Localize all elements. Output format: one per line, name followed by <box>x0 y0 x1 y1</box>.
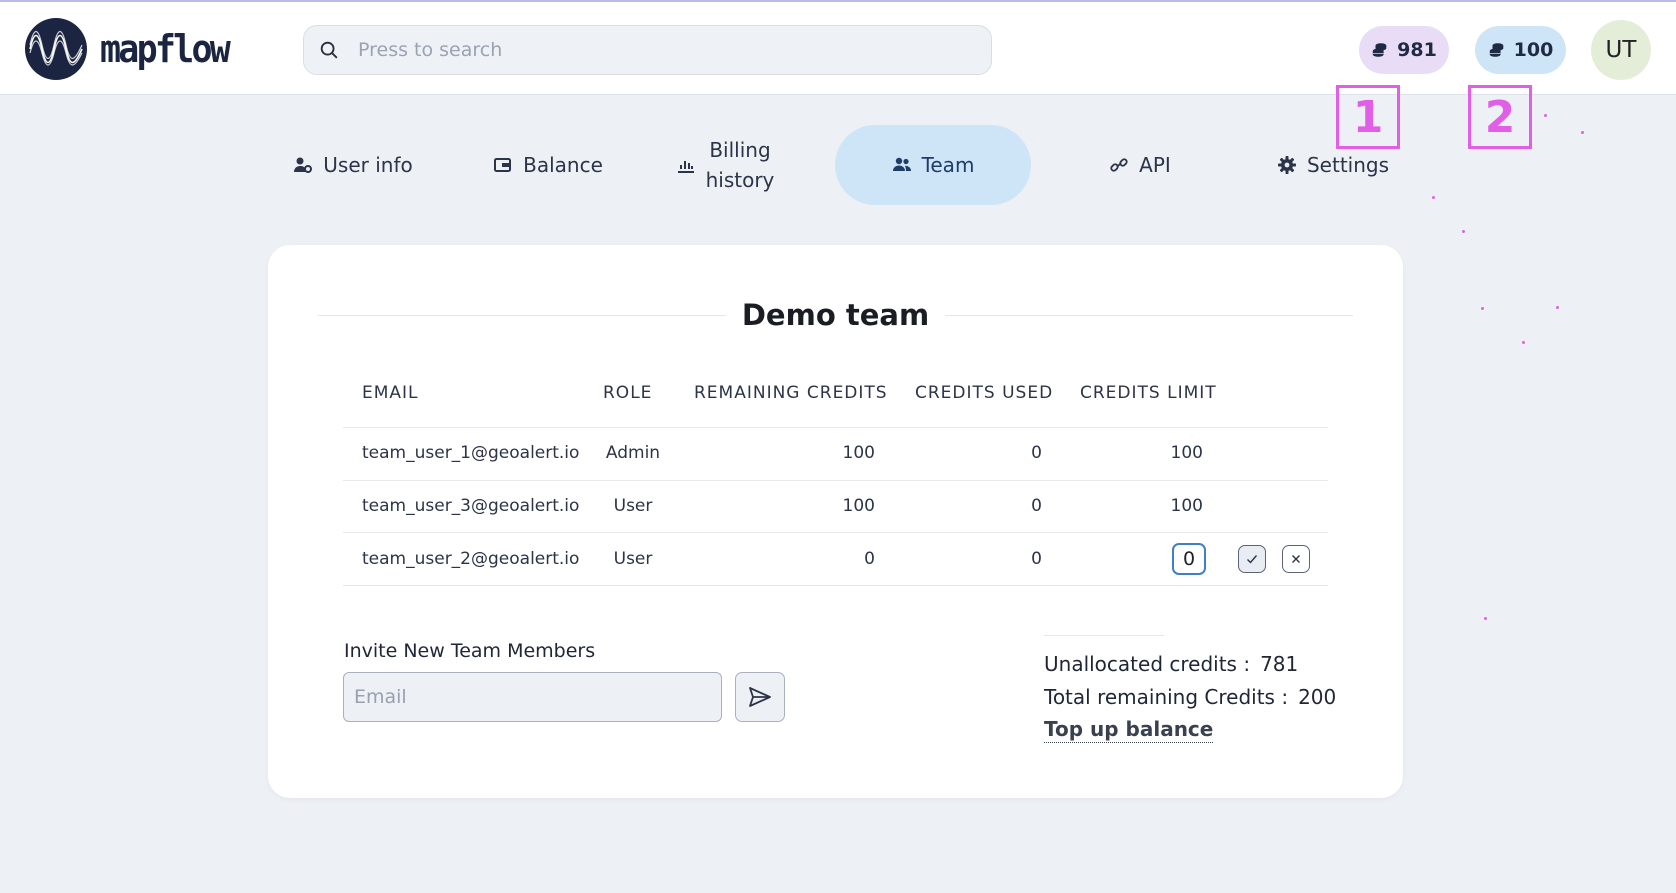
search-icon <box>320 41 338 59</box>
check-icon <box>1247 555 1258 564</box>
logo-text: mapflow <box>100 27 231 71</box>
tab-label: Billing history <box>706 135 775 195</box>
user-avatar[interactable]: UT <box>1591 20 1651 80</box>
column-header-credits-limit: CREDITS LIMIT <box>1080 383 1217 403</box>
column-header-email: EMAIL <box>362 383 419 403</box>
tab-label: User info <box>323 153 413 177</box>
annotation-dot <box>1544 114 1547 117</box>
users-icon <box>892 157 911 171</box>
cancel-limit-button[interactable] <box>1282 545 1310 573</box>
column-header-remaining-credits: REMAINING CREDITS <box>694 383 888 403</box>
divider <box>945 314 1354 316</box>
row-used: 0 <box>1031 496 1042 516</box>
send-icon <box>749 687 771 707</box>
coins-icon <box>1489 43 1503 57</box>
personal-credits-badge[interactable]: 981 <box>1359 26 1449 74</box>
tab-user-info[interactable]: User info <box>283 145 423 185</box>
team-credits-value: 100 <box>1513 39 1554 61</box>
row-remaining: 100 <box>842 496 875 516</box>
row-used: 0 <box>1031 549 1042 569</box>
personal-credits-value: 981 <box>1397 39 1437 61</box>
row-divider <box>343 427 1328 428</box>
row-role: User <box>613 549 653 569</box>
tab-label-line2: history <box>705 168 775 192</box>
confirm-limit-button[interactable] <box>1238 545 1266 573</box>
annotation-dot <box>1484 617 1487 620</box>
top-header: mapflow 981 100 UT <box>0 0 1676 95</box>
row-remaining: 0 <box>864 549 875 569</box>
total-value: 200 <box>1298 685 1337 709</box>
total-label: Total remaining Credits : <box>1044 685 1289 709</box>
row-limit: 100 <box>1170 443 1203 463</box>
row-email: team_user_3@geoalert.io <box>362 496 580 516</box>
row-role: Admin <box>605 443 661 463</box>
team-credits-badge[interactable]: 100 <box>1475 26 1566 74</box>
logo-wave-icon <box>25 18 87 80</box>
unallocated-label: Unallocated credits : <box>1044 652 1251 676</box>
annotation-dot <box>1481 307 1484 310</box>
search-input[interactable] <box>358 39 958 61</box>
row-remaining: 100 <box>842 443 875 463</box>
team-title: Demo team <box>741 298 930 332</box>
tab-api[interactable]: API <box>1090 145 1190 185</box>
unallocated-credits: Unallocated credits : 781 <box>1044 652 1298 676</box>
row-divider <box>343 585 1328 586</box>
row-role: User <box>613 496 653 516</box>
row-divider <box>343 480 1328 481</box>
tab-label: API <box>1139 153 1171 177</box>
credits-limit-input[interactable] <box>1172 543 1206 575</box>
tab-billing-history[interactable]: Billing history <box>655 130 795 200</box>
send-invite-button[interactable] <box>735 672 785 722</box>
annotation-dot <box>1462 230 1465 233</box>
total-remaining-credits: Total remaining Credits : 200 <box>1044 685 1336 709</box>
annotation-dot <box>1581 131 1584 134</box>
team-title-row: Demo team <box>318 298 1354 332</box>
tab-settings[interactable]: Settings <box>1268 145 1398 185</box>
row-divider <box>343 532 1328 533</box>
search-box[interactable] <box>303 25 992 75</box>
coins-icon <box>1372 43 1387 57</box>
divider <box>318 314 726 316</box>
tab-team[interactable]: Team <box>835 125 1031 205</box>
invite-label: Invite New Team Members <box>344 640 596 662</box>
summary-divider <box>1044 635 1164 636</box>
tab-label: Balance <box>523 153 603 177</box>
tab-label: Team <box>921 153 975 177</box>
unallocated-value: 781 <box>1260 652 1299 676</box>
row-email: team_user_2@geoalert.io <box>362 549 580 569</box>
annotation-1: 1 <box>1336 85 1400 149</box>
annotation-dot <box>1522 341 1525 344</box>
link-icon <box>1110 158 1128 172</box>
row-used: 0 <box>1031 443 1042 463</box>
gear-icon <box>1277 156 1296 174</box>
user-cog-icon <box>294 157 313 173</box>
column-header-credits-used: CREDITS USED <box>915 383 1054 403</box>
annotation-dot <box>1432 196 1435 199</box>
tab-label: Settings <box>1306 153 1390 177</box>
team-card: Demo team EMAIL ROLE REMAINING CREDITS C… <box>268 245 1403 798</box>
mapflow-logo[interactable]: mapflow <box>24 17 239 81</box>
annotation-dot <box>1556 306 1559 309</box>
column-header-role: ROLE <box>603 383 653 403</box>
invite-email-field[interactable] <box>343 672 722 722</box>
close-icon <box>1292 555 1300 563</box>
row-limit: 100 <box>1170 496 1203 516</box>
top-up-balance-link[interactable]: Top up balance <box>1044 717 1214 743</box>
annotation-2: 2 <box>1468 85 1532 149</box>
bar-chart-icon <box>677 161 694 173</box>
row-email: team_user_1@geoalert.io <box>362 443 580 463</box>
wallet-icon <box>494 158 512 172</box>
tab-balance[interactable]: Balance <box>488 145 608 185</box>
tab-label-line1: Billing <box>709 138 771 162</box>
